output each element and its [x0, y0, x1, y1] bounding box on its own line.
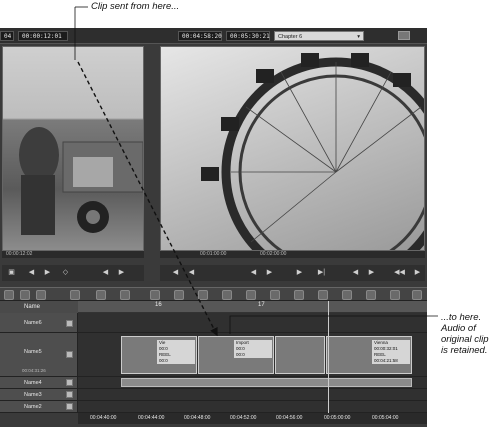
- annotation-arrows: [74, 6, 438, 337]
- leader-line: [229, 315, 438, 334]
- dashed-arrow: [77, 61, 218, 337]
